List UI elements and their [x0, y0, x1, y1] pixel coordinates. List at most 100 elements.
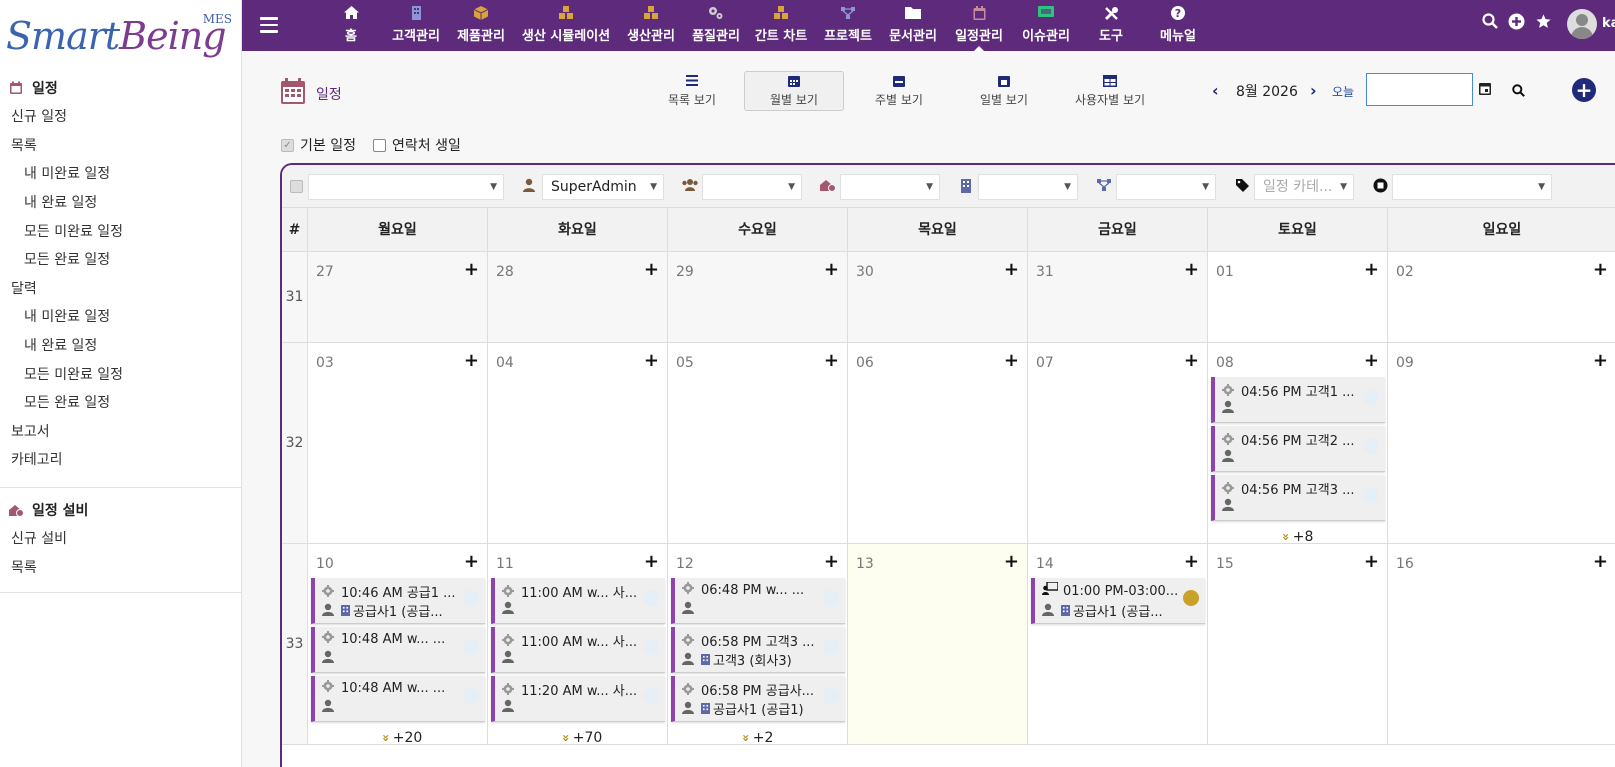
day-cell[interactable]: 14 +01:00 PM-03:00... 공급사1 (공급...: [1028, 544, 1208, 745]
sidebar-item[interactable]: 모든 완료 일정: [0, 388, 242, 417]
event-item[interactable]: 10:48 AM w... ...: [311, 676, 485, 722]
event-item[interactable]: 11:20 AM w... 사...: [491, 676, 665, 722]
day-cell[interactable]: 03 +: [308, 343, 488, 544]
add-event-plus-icon[interactable]: +: [464, 350, 479, 371]
add-event-plus-icon[interactable]: +: [1364, 259, 1379, 280]
project-filter-select[interactable]: ▼: [1116, 174, 1216, 200]
add-event-plus-icon[interactable]: +: [1364, 551, 1379, 572]
search-icon[interactable]: [1482, 13, 1498, 33]
add-event-plus-icon[interactable]: +: [1004, 350, 1019, 371]
sidebar-item[interactable]: 신규 일정: [0, 102, 242, 131]
view-button-2[interactable]: 주별 보기: [849, 71, 949, 111]
event-item[interactable]: 10:48 AM w... ...: [311, 627, 485, 673]
nav-item-help[interactable]: ? 메뉴얼: [1138, 6, 1218, 46]
date-picker-icon[interactable]: [1478, 81, 1494, 97]
sidebar-item[interactable]: 모든 미완료 일정: [0, 359, 242, 388]
day-cell[interactable]: 06 +: [848, 343, 1028, 544]
add-event-plus-icon[interactable]: +: [644, 259, 659, 280]
today-button[interactable]: 오늘: [1332, 83, 1354, 100]
event-item[interactable]: 04:56 PM 고객2 ...: [1211, 426, 1385, 472]
status-filter-select[interactable]: ▼: [1392, 174, 1552, 200]
date-input[interactable]: [1366, 73, 1473, 106]
event-item[interactable]: 01:00 PM-03:00... 공급사1 (공급...: [1031, 578, 1205, 624]
add-circle-icon[interactable]: [1508, 13, 1525, 34]
user-filter-select[interactable]: SuperAdmin ▼: [542, 174, 664, 200]
facility-filter-select[interactable]: ▼: [840, 174, 940, 200]
add-event-plus-icon[interactable]: +: [464, 551, 479, 572]
event-item[interactable]: 04:56 PM 고객3 ...: [1211, 475, 1385, 521]
sidebar-item[interactable]: 목록: [0, 553, 242, 582]
add-event-plus-icon[interactable]: +: [1593, 551, 1608, 572]
add-event-plus-icon[interactable]: +: [1593, 350, 1608, 371]
add-event-plus-icon[interactable]: +: [1184, 259, 1199, 280]
day-cell[interactable]: 07 +: [1028, 343, 1208, 544]
add-event-plus-icon[interactable]: +: [1004, 551, 1019, 572]
next-month-button[interactable]: ›: [1310, 81, 1317, 100]
sidebar-item[interactable]: 내 미완료 일정: [0, 159, 242, 188]
view-button-4[interactable]: 사용자별 보기: [1060, 71, 1160, 111]
add-event-plus-icon[interactable]: +: [464, 259, 479, 280]
sidebar-item[interactable]: 보고서: [0, 417, 242, 446]
day-cell[interactable]: 02 +: [1388, 252, 1615, 343]
view-button-0[interactable]: 목록 보기: [642, 71, 742, 111]
more-events-link[interactable]: »+70: [559, 730, 602, 746]
day-cell[interactable]: 10 +10:46 AM 공급1 ... 공급사1 (공급... 10:48 AM w…: [308, 544, 488, 746]
day-cell[interactable]: 30 +: [848, 252, 1028, 343]
event-item[interactable]: 06:48 PM w... ...: [671, 578, 845, 624]
day-cell[interactable]: 16 +: [1388, 544, 1615, 745]
day-cell[interactable]: 28 +: [488, 252, 668, 343]
event-item[interactable]: 10:46 AM 공급1 ... 공급사1 (공급...: [311, 578, 485, 624]
add-event-plus-icon[interactable]: +: [824, 350, 839, 371]
username-label[interactable]: ka: [1602, 16, 1615, 31]
add-event-plus-icon[interactable]: +: [824, 551, 839, 572]
sidebar-item[interactable]: 신규 설비: [0, 524, 242, 553]
filter-select-1[interactable]: ▼: [308, 174, 504, 200]
sidebar-item[interactable]: 내 완료 일정: [0, 188, 242, 217]
day-cell[interactable]: 15 +: [1208, 544, 1388, 745]
add-event-plus-icon[interactable]: +: [1364, 350, 1379, 371]
checkbox-icon[interactable]: ✓: [281, 138, 294, 152]
add-event-plus-icon[interactable]: +: [1184, 350, 1199, 371]
event-item[interactable]: 06:58 PM 공급사... 공급사1 (공급1): [671, 676, 845, 722]
group-filter-select[interactable]: ▼: [702, 174, 802, 200]
day-cell[interactable]: 29 +: [668, 252, 848, 343]
user-avatar[interactable]: [1567, 9, 1597, 39]
more-events-link[interactable]: »+2: [739, 730, 774, 746]
add-event-plus-icon[interactable]: +: [824, 259, 839, 280]
day-cell[interactable]: 11 +11:00 AM w... 사... 11:00 AM w... 사... 1…: [488, 544, 668, 746]
day-cell[interactable]: 12 +06:48 PM w... ... 06:58 PM 고객3 ... 고객3 …: [668, 544, 848, 746]
day-cell[interactable]: 08 +04:56 PM 고객1 ... 04:56 PM 고객2 ... 04:56…: [1208, 343, 1388, 545]
sidebar-facility-header[interactable]: 일정 설비: [0, 496, 242, 524]
company-filter-select[interactable]: ▼: [978, 174, 1078, 200]
star-icon[interactable]: [1535, 13, 1552, 34]
sidebar-item[interactable]: 모든 완료 일정: [0, 245, 242, 274]
category-filter-select[interactable]: 일정 카테... ▼: [1254, 174, 1354, 200]
filter-checkbox[interactable]: [290, 180, 303, 193]
sidebar-item[interactable]: 카테고리: [0, 445, 242, 474]
more-events-link[interactable]: »+20: [379, 730, 422, 746]
sidebar-item[interactable]: 내 완료 일정: [0, 331, 242, 360]
add-event-plus-icon[interactable]: +: [1184, 551, 1199, 572]
view-button-1[interactable]: 월별 보기: [744, 71, 844, 111]
sidebar-item[interactable]: 달력: [0, 274, 242, 303]
default-schedule-checkbox[interactable]: ✓ 기본 일정: [281, 135, 356, 155]
day-cell[interactable]: 09 +: [1388, 343, 1615, 544]
sidebar-item[interactable]: 모든 미완료 일정: [0, 216, 242, 245]
add-event-button[interactable]: +: [1572, 78, 1596, 102]
nav-item-box[interactable]: 제품관리: [441, 6, 521, 46]
add-event-plus-icon[interactable]: +: [644, 350, 659, 371]
day-cell[interactable]: 27 +: [308, 252, 488, 343]
view-button-3[interactable]: 일별 보기: [954, 71, 1054, 111]
previous-month-button[interactable]: ‹: [1212, 81, 1219, 100]
search-icon[interactable]: [1512, 82, 1525, 101]
day-cell[interactable]: 31 +: [1028, 252, 1208, 343]
more-events-link[interactable]: »+8: [1279, 529, 1314, 545]
contact-birthday-checkbox[interactable]: 연락처 생일: [373, 135, 461, 155]
add-event-plus-icon[interactable]: +: [1004, 259, 1019, 280]
hamburger-menu-icon[interactable]: [260, 17, 278, 33]
sidebar-schedule-header[interactable]: 일정: [0, 74, 242, 102]
event-item[interactable]: 04:56 PM 고객1 ...: [1211, 377, 1385, 423]
event-item[interactable]: 06:58 PM 고객3 ... 고객3 (회사3): [671, 627, 845, 673]
day-cell[interactable]: 01 +: [1208, 252, 1388, 343]
checkbox-icon[interactable]: [373, 138, 386, 152]
